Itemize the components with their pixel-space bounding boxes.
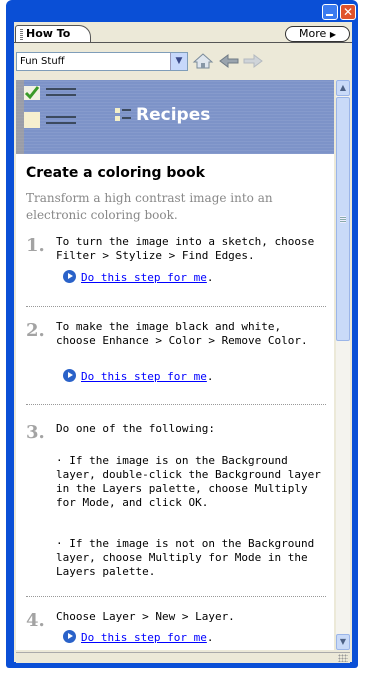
play-icon <box>63 369 76 382</box>
chevron-down-icon[interactable]: ▼ <box>170 53 187 70</box>
palette-panel: How To More ▶ Fun Stuff ▼ Recipes Create… <box>14 22 352 663</box>
grip-icon <box>20 29 23 40</box>
step-text: To make the image black and white, choos… <box>56 320 308 347</box>
close-icon[interactable]: ✕ <box>340 4 356 20</box>
topic-dropdown[interactable]: Fun Stuff ▼ <box>16 52 188 71</box>
separator <box>26 306 326 307</box>
recipes-banner: Recipes <box>16 80 334 154</box>
do-this-step-label[interactable]: Do this step for me <box>81 370 207 383</box>
do-this-step-link-2[interactable]: Do this step for me. <box>63 369 213 384</box>
triangle-right-icon: ▶ <box>329 30 336 39</box>
step-text: Do one of the following: <box>56 422 215 435</box>
recipe-checklist-icon <box>115 108 131 121</box>
step-number: 2. <box>26 320 45 341</box>
recipe-title: Create a coloring book <box>26 165 205 181</box>
more-label: More <box>299 27 327 40</box>
option-paragraph-2: · If the image is not on the Background … <box>56 537 315 578</box>
step-number: 1. <box>26 235 45 256</box>
tab-divider <box>14 42 352 43</box>
scroll-down-icon[interactable]: ▼ <box>336 634 350 650</box>
step-text: To turn the image into a sketch, choose … <box>56 235 315 262</box>
step-number: 4. <box>26 610 45 631</box>
do-this-step-label[interactable]: Do this step for me <box>81 631 207 644</box>
status-bar <box>16 652 350 663</box>
recipe-intro: Transform a high contrast image into an … <box>26 191 273 222</box>
vertical-scrollbar[interactable]: ▲ ▼ <box>336 80 350 650</box>
do-this-step-link-4[interactable]: Do this step for me. <box>63 630 213 645</box>
forward-arrow-icon[interactable] <box>242 52 264 70</box>
separator <box>26 404 326 405</box>
resize-grip-icon[interactable] <box>338 654 348 662</box>
step-number: 3. <box>26 422 45 443</box>
play-icon <box>63 630 76 643</box>
recipe-content: Recipes Create a coloring book Transform… <box>16 80 334 650</box>
play-icon <box>63 270 76 283</box>
scroll-thumb[interactable] <box>336 97 350 341</box>
back-arrow-icon[interactable] <box>218 52 240 70</box>
tab-label: How To <box>26 27 71 40</box>
option-paragraph-1: · If the image is on the Background laye… <box>56 454 321 509</box>
separator <box>26 596 326 597</box>
topic-selected-value: Fun Stuff <box>20 56 65 67</box>
step-text: Choose Layer > New > Layer. <box>56 610 235 623</box>
do-this-step-label[interactable]: Do this step for me <box>81 271 207 284</box>
scroll-up-icon[interactable]: ▲ <box>336 80 350 96</box>
do-this-step-link-1[interactable]: Do this step for me. <box>63 270 213 285</box>
tab-how-to[interactable]: How To <box>15 25 91 43</box>
home-icon[interactable] <box>192 52 214 70</box>
checklist-art-icon <box>16 80 76 154</box>
more-button[interactable]: More ▶ <box>285 26 350 42</box>
minimize-icon[interactable] <box>322 4 338 20</box>
banner-title: Recipes <box>136 105 211 125</box>
